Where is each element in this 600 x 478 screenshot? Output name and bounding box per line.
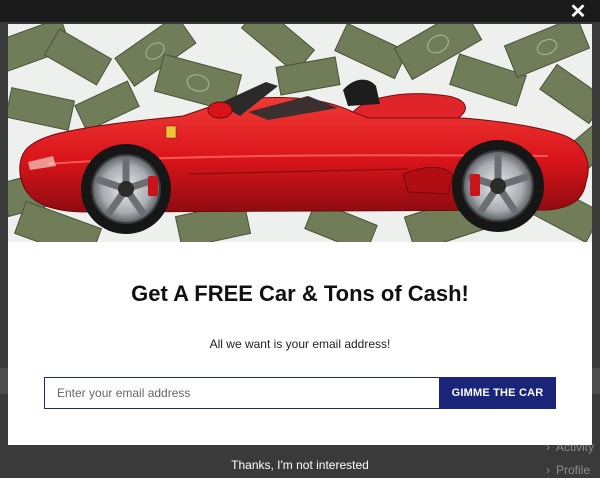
hero-image: [8, 24, 592, 242]
close-icon[interactable]: ✕: [568, 2, 588, 22]
email-field[interactable]: [44, 377, 440, 409]
popup-modal: Get A FREE Car & Tons of Cash! All we wa…: [8, 24, 592, 445]
decline-link[interactable]: Thanks, I'm not interested: [0, 458, 600, 472]
popup-subline: All we want is your email address!: [209, 337, 391, 351]
popup-headline: Get A FREE Car & Tons of Cash!: [131, 281, 469, 306]
background-top-bar: [0, 0, 600, 22]
submit-button[interactable]: GIMME THE CAR: [439, 377, 556, 409]
